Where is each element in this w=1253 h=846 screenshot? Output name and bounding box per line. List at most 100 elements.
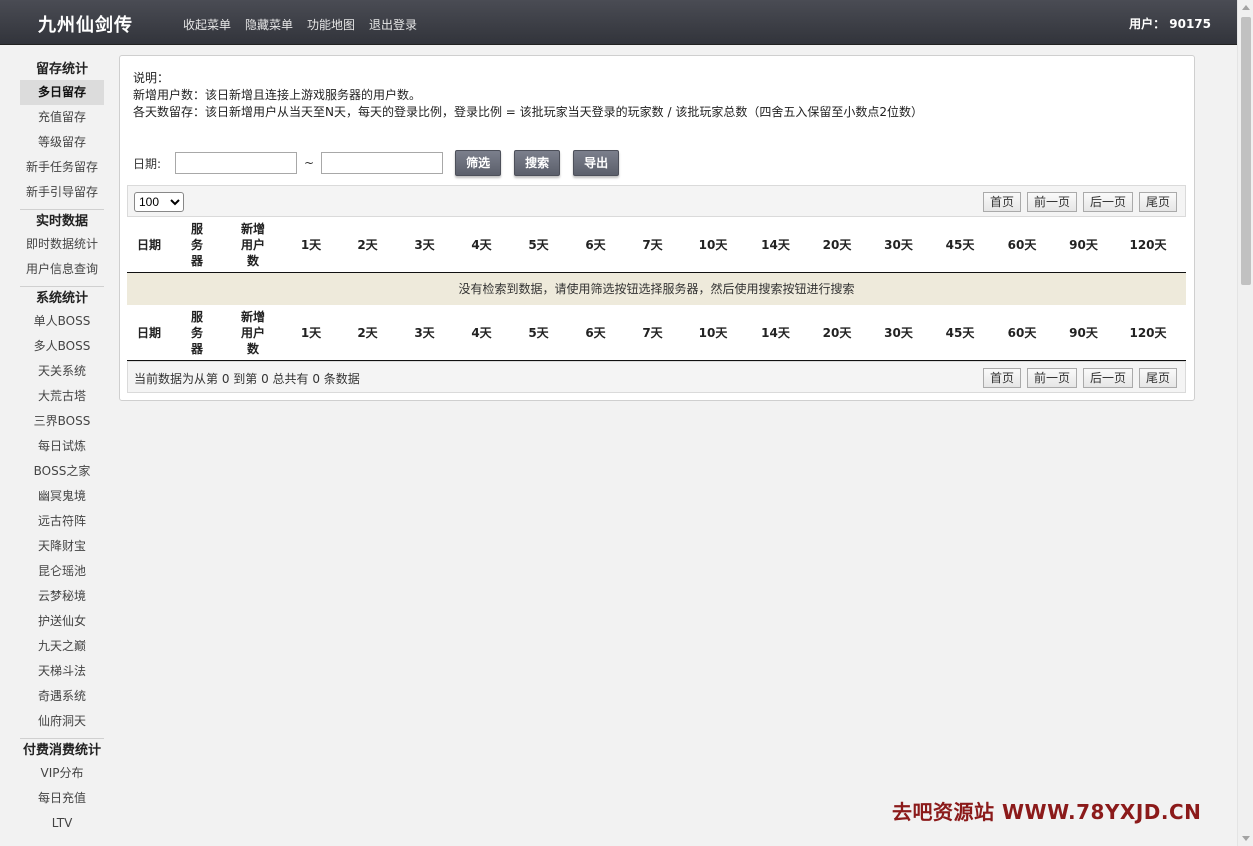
sidebar-group-title[interactable]: 留存统计 [20, 58, 104, 80]
column-header[interactable]: 30天 [868, 305, 929, 360]
column-header[interactable]: 日期 [127, 305, 171, 360]
sidebar-item-system[interactable]: 幽冥鬼境 [20, 484, 104, 509]
column-header[interactable]: 3天 [396, 305, 453, 360]
first-page-button[interactable]: 首页 [982, 368, 1021, 388]
column-header[interactable]: 4天 [453, 217, 510, 272]
sidebar-item-user-query[interactable]: 用户信息查询 [20, 257, 104, 282]
column-header[interactable]: 新增用户数 [223, 217, 283, 272]
column-header[interactable]: 10天 [681, 217, 745, 272]
sidebar-item-system[interactable]: 护送仙女 [20, 609, 104, 634]
sidebar-item-newbie-guide-retention[interactable]: 新手引导留存 [20, 180, 104, 205]
sidebar-item-recharge-retention[interactable]: 充值留存 [20, 105, 104, 130]
column-header[interactable]: 5天 [510, 217, 567, 272]
end-date-input[interactable] [321, 152, 444, 174]
column-header[interactable]: 5天 [510, 305, 567, 360]
column-header[interactable]: 120天 [1114, 305, 1182, 360]
column-header[interactable]: 7天 [624, 217, 681, 272]
column-header[interactable]: 服务器 [171, 217, 223, 272]
column-header[interactable]: 4天 [453, 305, 510, 360]
sidebar-group-realtime: 实时数据 即时数据统计 用户信息查询 [20, 210, 104, 282]
column-header[interactable]: 1天 [283, 217, 339, 272]
sidebar-item-system[interactable]: 仙府洞天 [20, 709, 104, 734]
column-header[interactable]: 10天 [681, 305, 745, 360]
column-header[interactable]: 90天 [1053, 217, 1114, 272]
sidebar-item-system[interactable]: 远古符阵 [20, 509, 104, 534]
column-header[interactable]: 20天 [806, 217, 868, 272]
sidebar-group-payment: 付费消费统计 VIP分布 每日充值 LTV [20, 739, 104, 836]
column-header[interactable]: 1天 [283, 305, 339, 360]
sidebar-item-system[interactable]: BOSS之家 [20, 459, 104, 484]
sidebar-item-system[interactable]: 天梯斗法 [20, 659, 104, 684]
user-info: 用户： 90175 [1129, 17, 1211, 31]
sidebar-group-title[interactable]: 付费消费统计 [20, 739, 104, 761]
pager-top: 首页 前一页 后一页 尾页 [977, 192, 1177, 212]
sidebar-item-newbie-task-retention[interactable]: 新手任务留存 [20, 155, 104, 180]
sidebar-item-multi-day-retention[interactable]: 多日留存 [20, 80, 104, 105]
column-header[interactable]: 120天 [1114, 217, 1182, 272]
sidebar-item-system[interactable]: 三界BOSS [20, 409, 104, 434]
sidebar-item-instant-stats[interactable]: 即时数据统计 [20, 232, 104, 257]
filter-button[interactable]: 筛选 [455, 150, 502, 176]
next-page-button[interactable]: 后一页 [1082, 192, 1133, 212]
filter-bar: 日期: ~ 筛选 搜索 导出 [133, 150, 620, 176]
scroll-thumb[interactable] [1241, 17, 1251, 285]
column-header[interactable]: 日期 [127, 217, 171, 272]
sidebar-item-system[interactable]: 云梦秘境 [20, 584, 104, 609]
watermark-text: 去吧资源站 WWW.78YXJD.CN [892, 800, 1202, 824]
next-page-button[interactable]: 后一页 [1082, 368, 1133, 388]
sidebar-item-system[interactable]: 天降财宝 [20, 534, 104, 559]
sidebar-item-system[interactable]: 昆仑瑶池 [20, 559, 104, 584]
sidebar-group-title[interactable]: 系统统计 [20, 287, 104, 309]
column-header[interactable]: 30天 [868, 217, 929, 272]
column-header[interactable]: 新增用户数 [223, 305, 283, 360]
column-header[interactable]: 7天 [624, 305, 681, 360]
search-button[interactable]: 搜索 [514, 150, 561, 176]
column-header[interactable]: 20天 [806, 305, 868, 360]
sidebar-item-vip-distribution[interactable]: VIP分布 [20, 761, 104, 786]
table-bottom-toolbar: 当前数据为从第 0 到第 0 总共有 0 条数据 首页 前一页 后一页 尾页 [127, 361, 1186, 393]
export-button[interactable]: 导出 [573, 150, 620, 176]
sidebar-item-system[interactable]: 天关系统 [20, 359, 104, 384]
date-label: 日期: [133, 156, 162, 171]
nav-hide-menu[interactable]: 隐藏菜单 [245, 16, 293, 33]
empty-table-message: 没有检索到数据，请使用筛选按钮选择服务器，然后使用搜索按钮进行搜索 [127, 273, 1186, 305]
column-header[interactable]: 60天 [991, 305, 1053, 360]
description-label: 说明： [133, 71, 170, 85]
sidebar-item-system[interactable]: 奇遇系统 [20, 684, 104, 709]
column-header[interactable]: 2天 [339, 217, 396, 272]
column-header[interactable]: 2天 [339, 305, 396, 360]
column-header[interactable]: 服务器 [171, 305, 223, 360]
prev-page-button[interactable]: 前一页 [1026, 192, 1077, 212]
nav-collapse-menu[interactable]: 收起菜单 [183, 16, 231, 33]
column-header[interactable]: 14天 [745, 217, 806, 272]
sidebar-item-system[interactable]: 多人BOSS [20, 334, 104, 359]
start-date-input[interactable] [175, 152, 298, 174]
pager-bottom: 首页 前一页 后一页 尾页 [977, 368, 1177, 388]
column-header[interactable]: 90天 [1053, 305, 1114, 360]
column-header[interactable]: 60天 [991, 217, 1053, 272]
column-header[interactable]: 14天 [745, 305, 806, 360]
sidebar-item-ltv[interactable]: LTV [20, 811, 104, 836]
sidebar-item-system[interactable]: 单人BOSS [20, 309, 104, 334]
column-header[interactable]: 45天 [929, 305, 991, 360]
column-header[interactable]: 45天 [929, 217, 991, 272]
sidebar-group-title[interactable]: 实时数据 [20, 210, 104, 232]
sidebar-item-system[interactable]: 九天之巅 [20, 634, 104, 659]
nav-logout[interactable]: 退出登录 [369, 16, 417, 33]
sidebar-item-system[interactable]: 每日试炼 [20, 434, 104, 459]
column-header[interactable]: 3天 [396, 217, 453, 272]
sidebar-item-daily-recharge[interactable]: 每日充值 [20, 786, 104, 811]
first-page-button[interactable]: 首页 [982, 192, 1021, 212]
page-scrollbar[interactable] [1237, 0, 1253, 846]
scroll-up-arrow-icon[interactable] [1242, 5, 1250, 10]
last-page-button[interactable]: 尾页 [1138, 192, 1177, 212]
nav-function-map[interactable]: 功能地图 [307, 16, 355, 33]
sidebar-item-system[interactable]: 大荒古塔 [20, 384, 104, 409]
last-page-button[interactable]: 尾页 [1138, 368, 1177, 388]
column-header[interactable]: 6天 [567, 305, 624, 360]
column-header[interactable]: 6天 [567, 217, 624, 272]
page-size-select[interactable]: 100 [134, 192, 184, 212]
scroll-down-arrow-icon[interactable] [1242, 836, 1250, 841]
prev-page-button[interactable]: 前一页 [1026, 368, 1077, 388]
sidebar-item-level-retention[interactable]: 等级留存 [20, 130, 104, 155]
